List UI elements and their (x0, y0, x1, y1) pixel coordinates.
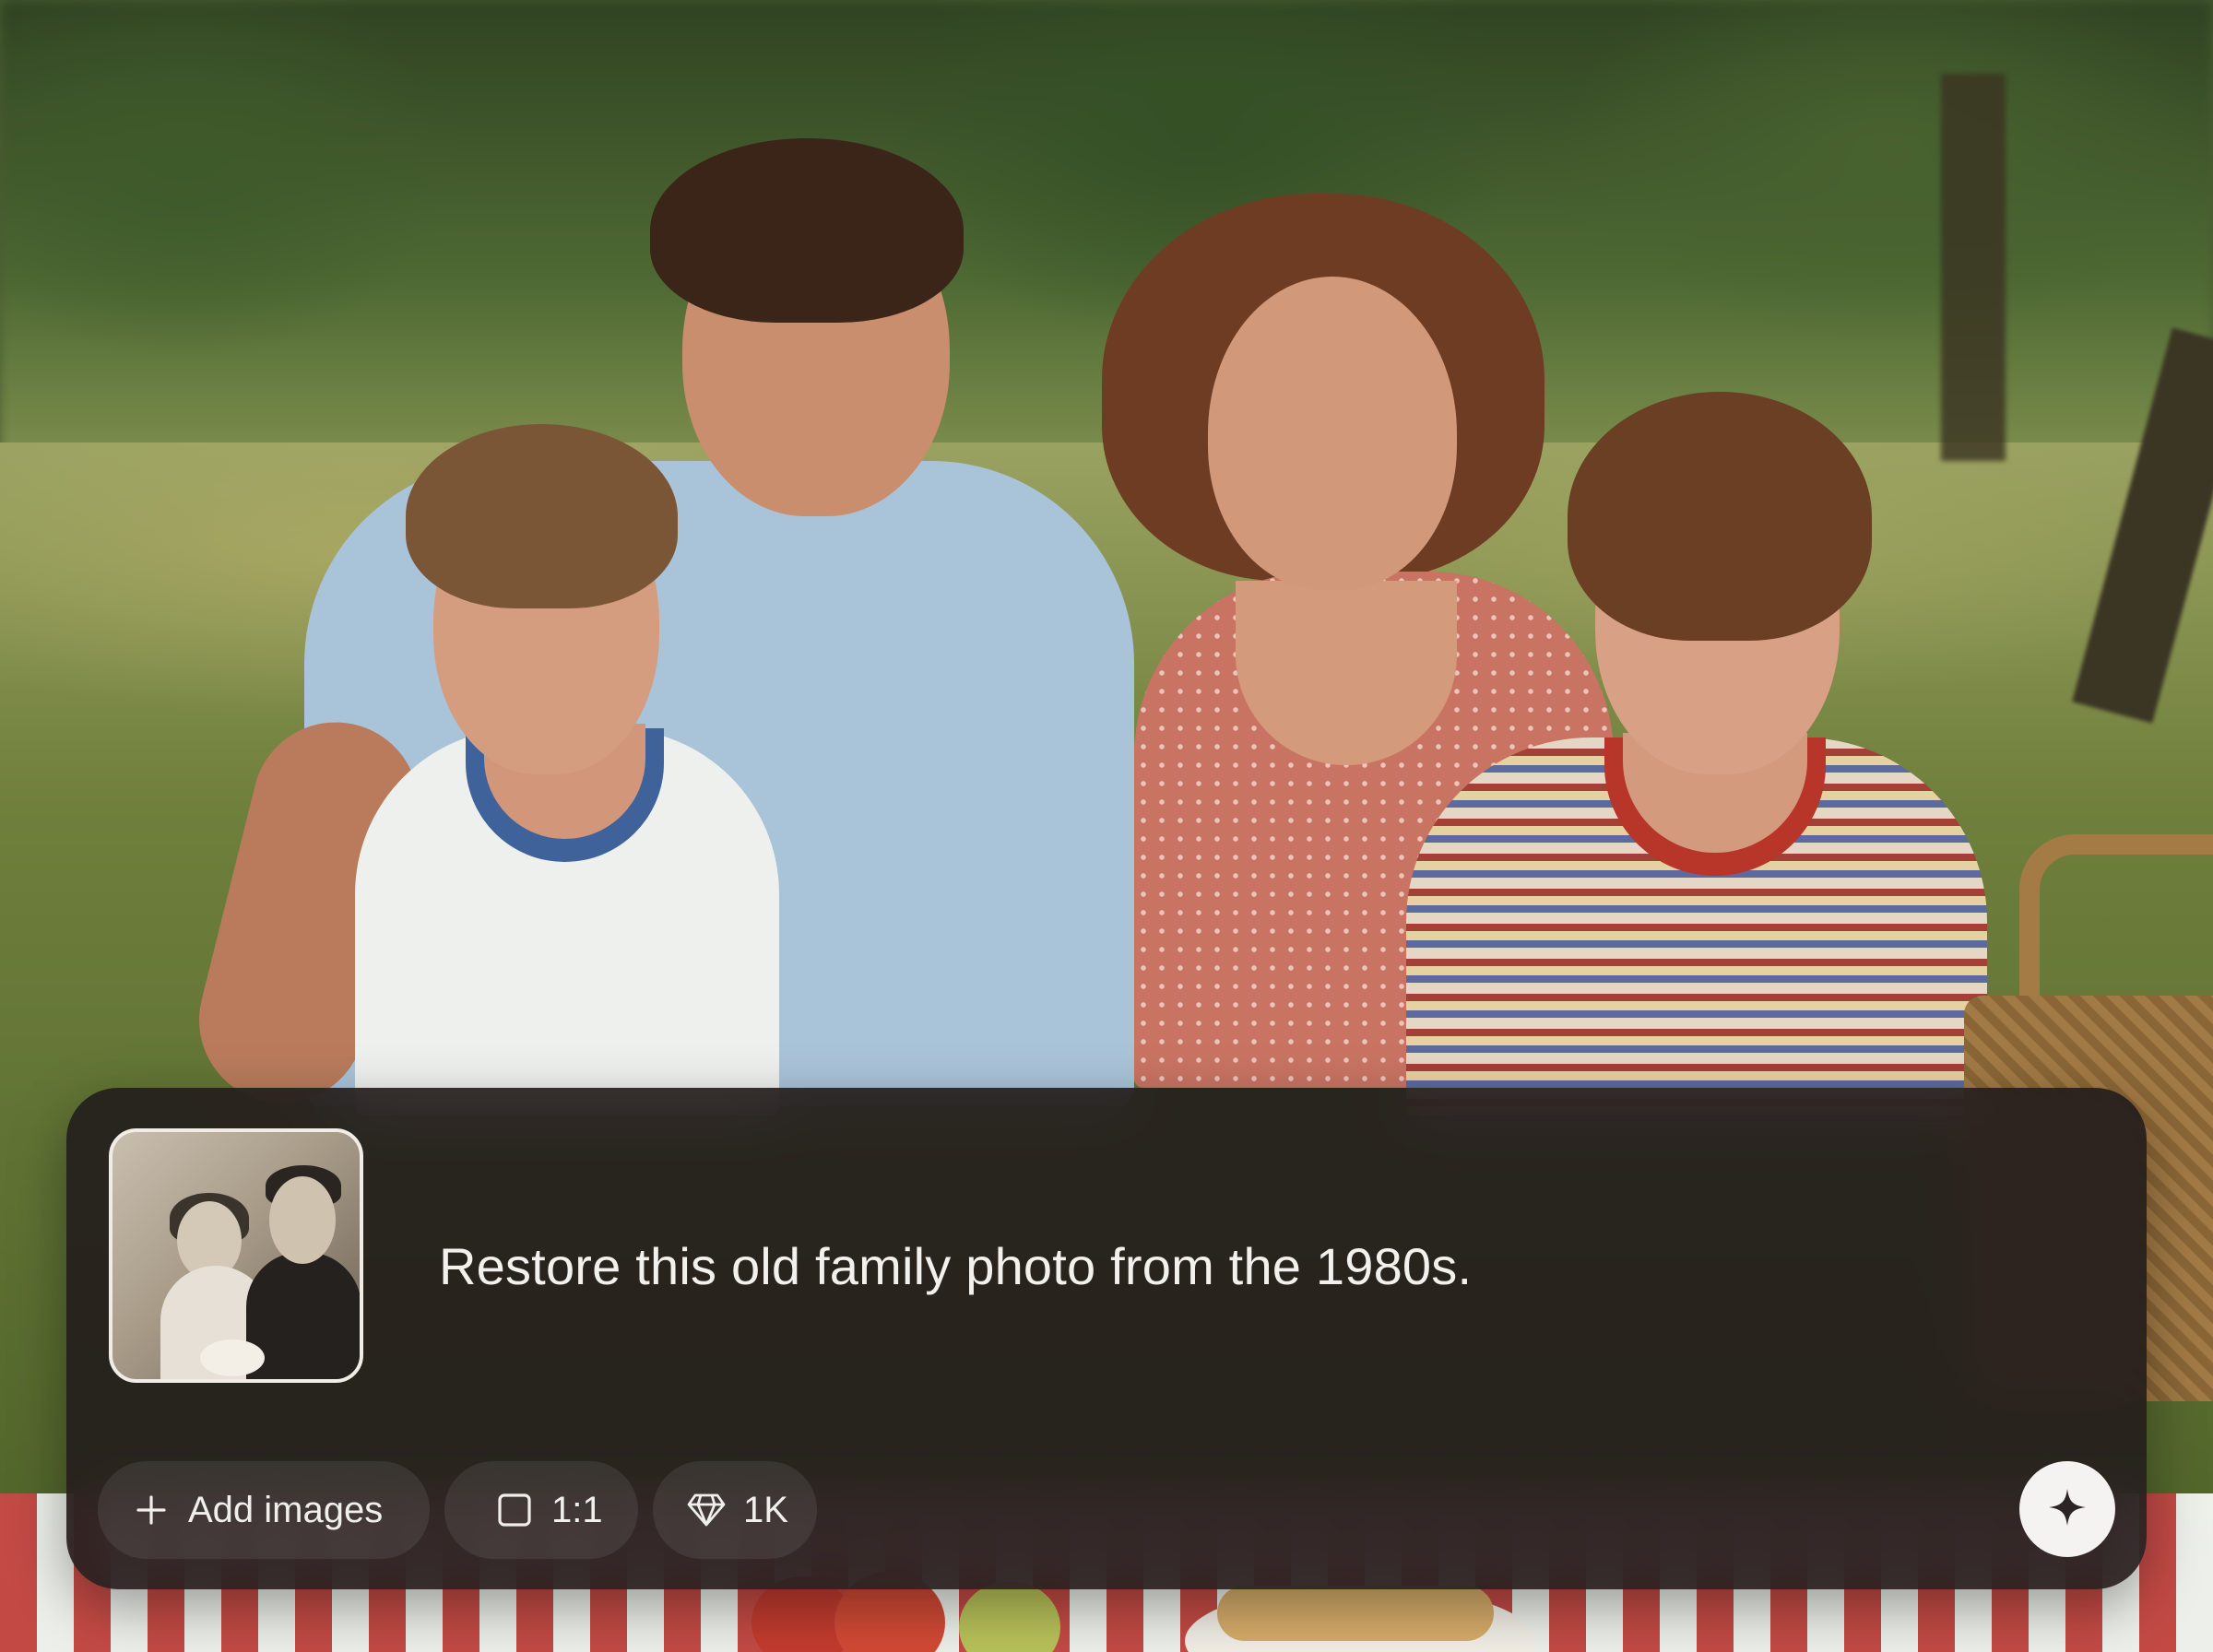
square-icon (494, 1490, 535, 1530)
prompt-panel: Restore this old family photo from the 1… (66, 1088, 2147, 1589)
plus-icon (131, 1490, 172, 1530)
add-images-button[interactable]: Add images (98, 1461, 430, 1559)
add-images-label: Add images (188, 1489, 384, 1530)
aspect-ratio-label: 1:1 (551, 1489, 603, 1530)
prompt-input[interactable]: Restore this old family photo from the 1… (439, 1235, 1472, 1298)
resolution-button[interactable]: 1K (653, 1461, 817, 1559)
cookies (1217, 1586, 1494, 1641)
diamond-icon (686, 1490, 727, 1530)
resolution-label: 1K (743, 1489, 788, 1530)
attached-image-thumbnail[interactable] (109, 1128, 363, 1383)
sparkle-icon (2047, 1487, 2088, 1532)
generate-button[interactable] (2019, 1461, 2115, 1557)
aspect-ratio-button[interactable]: 1:1 (444, 1461, 638, 1559)
tree-trunk (1941, 74, 2006, 461)
